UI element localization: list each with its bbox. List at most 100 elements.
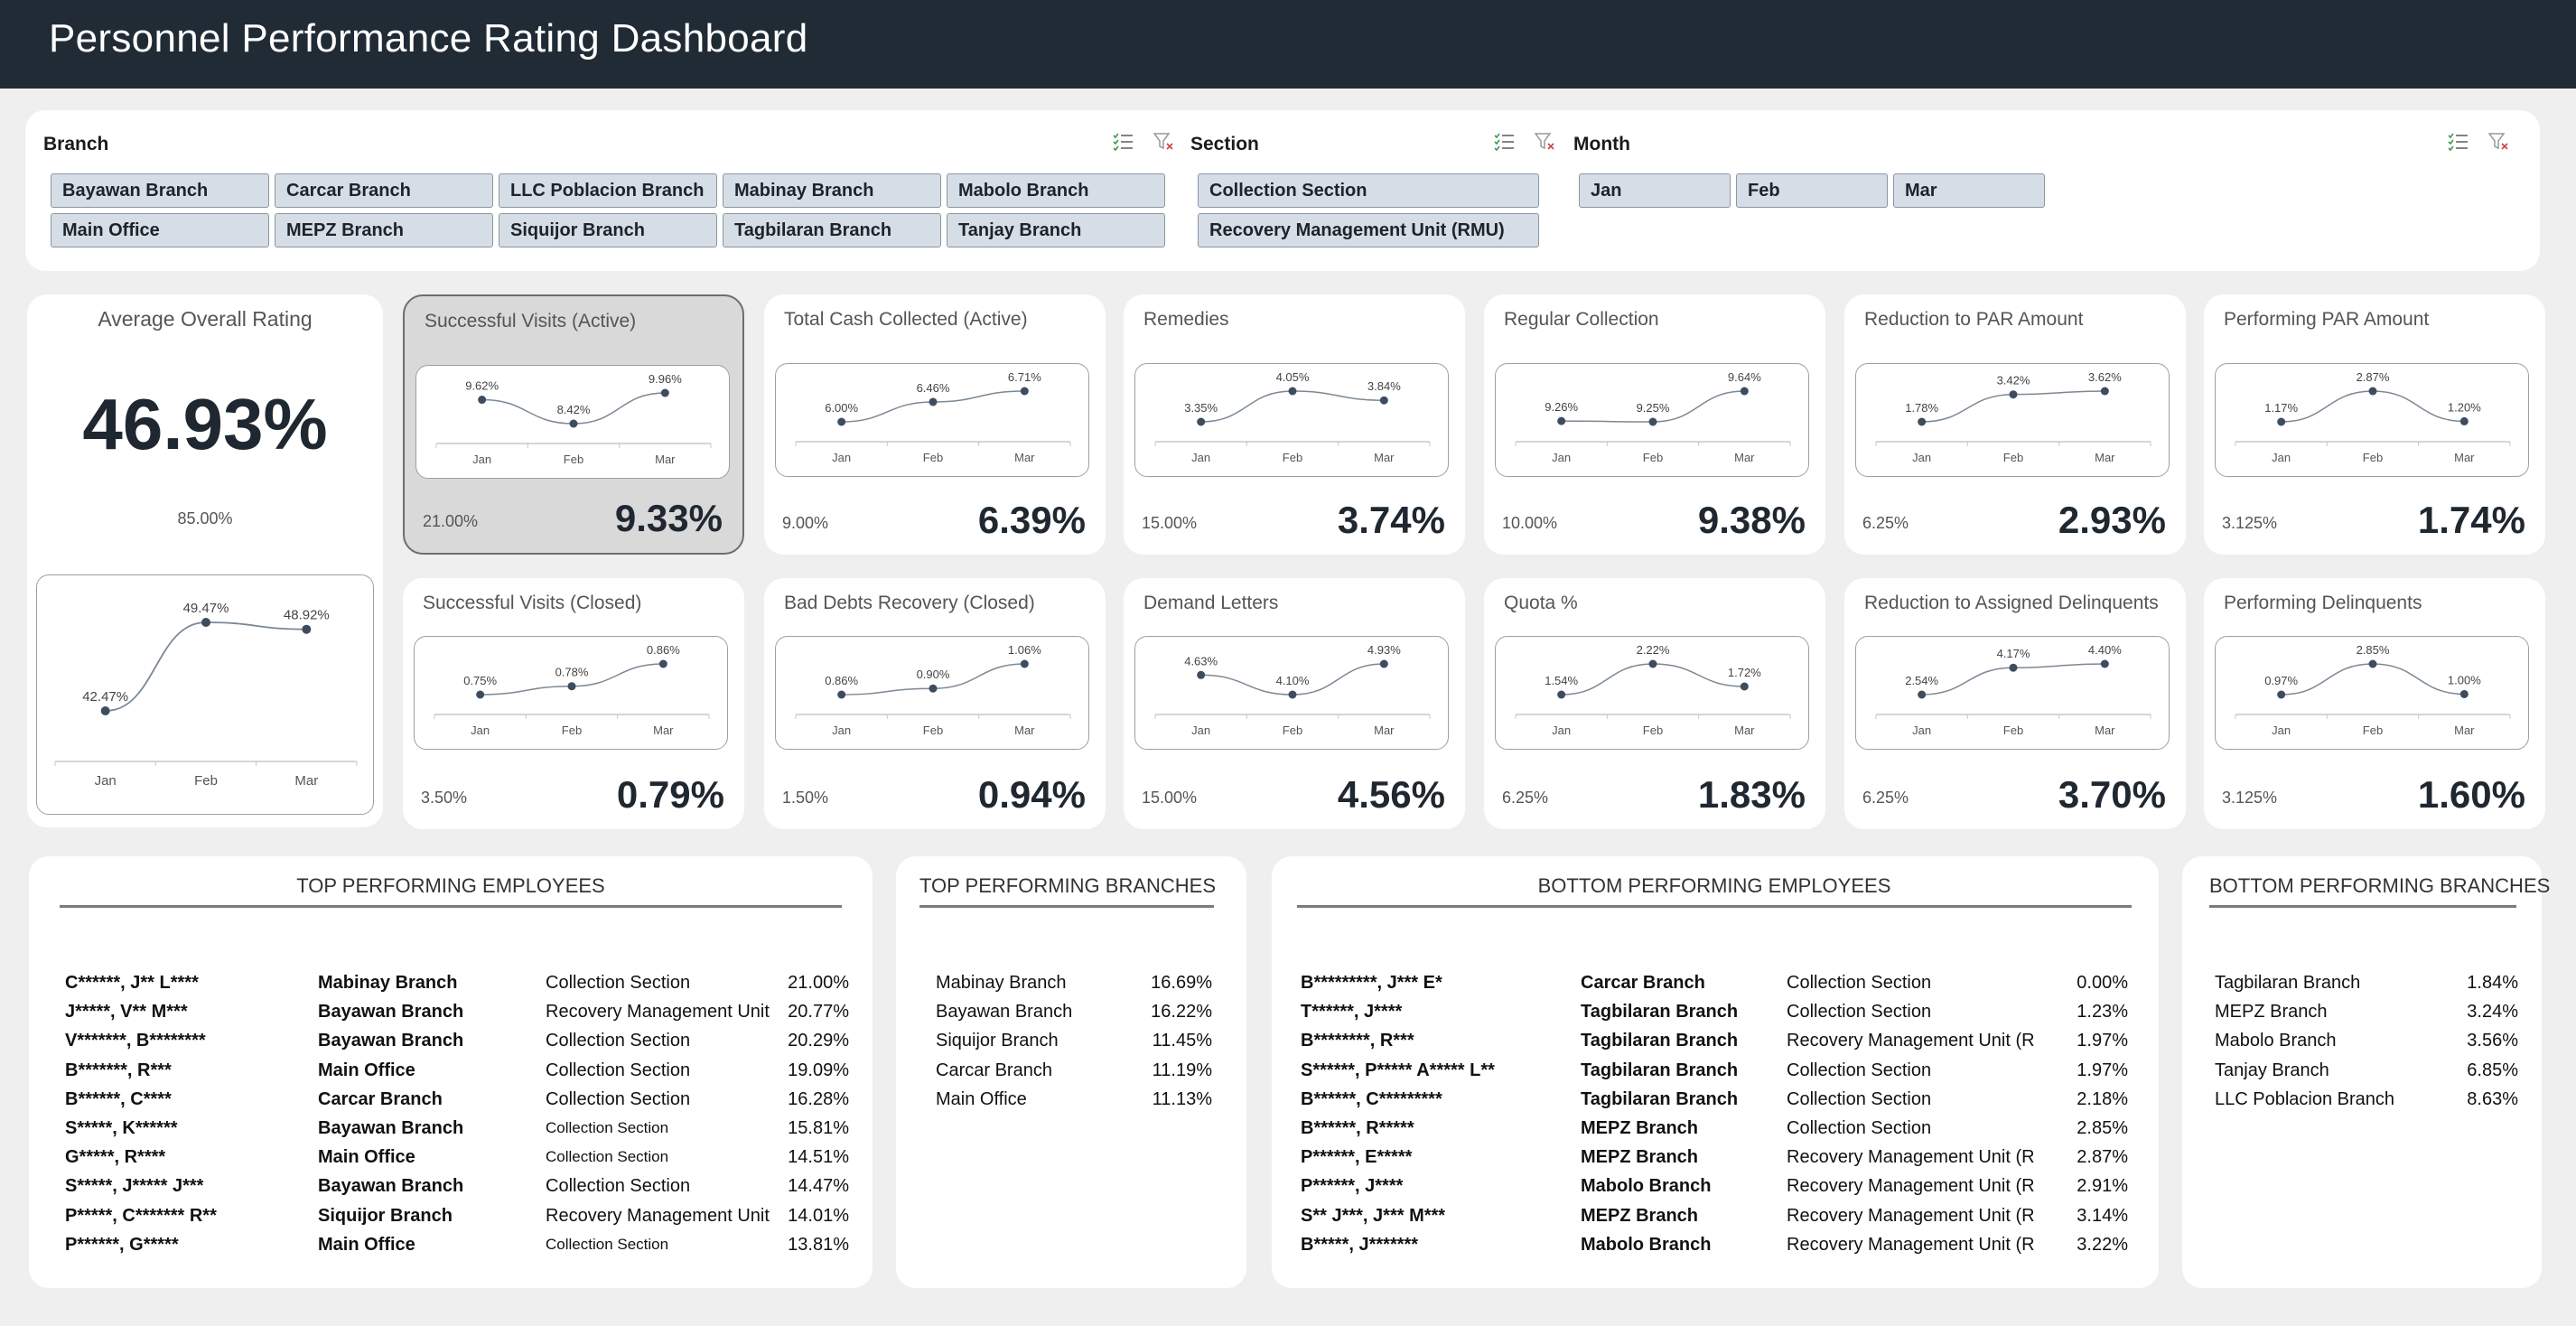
table-row[interactable]: B*******, R*** Main Office Collection Sect… [65, 1056, 849, 1085]
table-row[interactable]: LLC Poblacion Branch 8.63% [2215, 1085, 2518, 1114]
branch-option-mabolo[interactable]: Mabolo Branch [947, 173, 1165, 208]
table-row[interactable]: P*****, C******* R** Siquijor Branch Recov… [65, 1201, 849, 1230]
table-row[interactable]: Tagbilaran Branch 1.84% [2215, 968, 2518, 997]
sparkline-data-label: 1.00% [2448, 673, 2481, 686]
employee-rating: 1.97% [2077, 1031, 2128, 1051]
table-row[interactable]: S******, P***** A***** L** Tagbilaran Bra… [1301, 1056, 2128, 1085]
table-row[interactable]: P******, J**** Mabolo Branch Recovery Mana… [1301, 1172, 2128, 1200]
table-row[interactable]: V*******, B******** Bayawan Branch Collect… [65, 1026, 849, 1055]
sparkline-data-label: 3.35% [1184, 401, 1218, 415]
table-row[interactable]: Main Office 11.13% [936, 1085, 1212, 1114]
employee-section: Collection Section [1787, 1088, 1932, 1109]
employee-section: Collection Section [546, 1176, 691, 1197]
employee-branch: Mabolo Branch [1581, 1176, 1712, 1197]
table-row[interactable]: S** J***, J*** M*** MEPZ Branch Recovery M… [1301, 1201, 2128, 1230]
section-option-collection[interactable]: Collection Section [1198, 173, 1539, 208]
table-row[interactable]: B********, R*** Tagbilaran Branch Recovery… [1301, 1026, 2128, 1055]
kpi-card[interactable]: Performing PAR Amount 1.17% Jan 2.87% Feb 1.2… [2204, 294, 2545, 555]
branch-option-mabinay[interactable]: Mabinay Branch [723, 173, 941, 208]
table-row[interactable]: MEPZ Branch 3.24% [2215, 997, 2518, 1026]
table-row[interactable]: G*****, R**** Main Office Collection Secti… [65, 1143, 849, 1172]
sparkline-series-line [2281, 663, 2465, 696]
employee-rating: 2.87% [2077, 1147, 2128, 1168]
branch-option-tanjay[interactable]: Tanjay Branch [947, 213, 1165, 247]
kpi-card[interactable]: Successful Visits (Active) 9.62% Jan 8.42% F… [403, 294, 744, 555]
clear-filter-icon[interactable] [2487, 130, 2511, 154]
kpi-card[interactable]: Reduction to PAR Amount 1.78% Jan 3.42% Feb 3… [1844, 294, 2186, 555]
multi-select-icon[interactable] [1111, 130, 1134, 154]
table-row[interactable]: Tanjay Branch 6.85% [2215, 1056, 2518, 1085]
employee-name: G*****, R**** [65, 1147, 166, 1168]
employee-name: B*******, R*** [65, 1060, 172, 1080]
kpi-sparkline-frame: 1.78% Jan 3.42% Feb 3.62% Mar [1855, 363, 2170, 477]
sparkline-month-label: Feb [923, 451, 943, 464]
sparkline-point [837, 690, 846, 699]
kpi-value: 1.60% [2417, 773, 2525, 816]
kpi-card[interactable]: Remedies 3.35% Jan 4.05% Feb 3.84% Mar 15.00% 3.… [1124, 294, 1465, 555]
table-row[interactable]: B******, C********* Tagbilaran Branch Coll… [1301, 1085, 2128, 1114]
branch-name: Bayawan Branch [936, 1002, 1073, 1023]
sparkline-month-label: Mar [1734, 724, 1755, 737]
table-row[interactable]: P******, E***** MEPZ Branch Recovery Manag… [1301, 1143, 2128, 1172]
section-option-rmu[interactable]: Recovery Management Unit (RMU) [1198, 213, 1539, 247]
employee-name: S*****, K****** [65, 1118, 178, 1138]
branch-option-carcar[interactable]: Carcar Branch [275, 173, 493, 208]
employee-name: B*********, J*** E* [1301, 973, 1442, 993]
table-row[interactable]: C******, J** L**** Mabinay Branch Collecti… [65, 968, 849, 997]
kpi-target: 3.125% [2222, 789, 2278, 807]
table-row[interactable]: B******, R***** MEPZ Branch Collection Sec… [1301, 1114, 2128, 1143]
sparkline-point [100, 706, 110, 715]
table-row[interactable]: J*****, V** M*** Bayawan Branch Recovery M… [65, 997, 849, 1026]
sparkline-data-label: 9.25% [1637, 401, 1670, 415]
kpi-card[interactable]: Total Cash Collected (Active) 6.00% Jan 6.4… [764, 294, 1106, 555]
table-row[interactable]: B*********, J*** E* Carcar Branch Collecti… [1301, 968, 2128, 997]
month-option-feb[interactable]: Feb [1736, 173, 1888, 208]
kpi-title: Quota % [1504, 593, 1578, 613]
clear-filter-icon[interactable] [1534, 130, 1557, 154]
table-row[interactable]: B******, C**** Carcar Branch Collection Se… [65, 1085, 849, 1114]
kpi-card[interactable]: Demand Letters 4.63% Jan 4.10% Feb 4.93% Mar 15… [1124, 578, 1465, 829]
month-option-mar[interactable]: Mar [1893, 173, 2045, 208]
employee-section: Collection Section [1787, 1118, 1932, 1138]
kpi-sparkline-frame: 4.63% Jan 4.10% Feb 4.93% Mar [1134, 636, 1449, 750]
branch-option-siquijor[interactable]: Siquijor Branch [499, 213, 717, 247]
sparkline-data-label: 2.85% [2357, 643, 2390, 657]
branch-name: MEPZ Branch [2215, 1002, 2328, 1023]
branch-option-llc-poblacion[interactable]: LLC Poblacion Branch [499, 173, 717, 208]
sparkline-point [1197, 417, 1206, 426]
table-row[interactable]: Bayawan Branch 16.22% [936, 997, 1212, 1026]
kpi-card[interactable]: Bad Debts Recovery (Closed) 0.86% Jan 0.90%… [764, 578, 1106, 829]
average-rating-title: Average Overall Rating [98, 307, 313, 331]
clear-filter-icon[interactable] [1153, 130, 1176, 154]
multi-select-icon[interactable] [1492, 130, 1516, 154]
sparkline-data-label: 9.62% [465, 379, 499, 393]
branch-option-tagbilaran[interactable]: Tagbilaran Branch [723, 213, 941, 247]
kpi-card[interactable]: Successful Visits (Closed) 0.75% Jan 0.78% F… [403, 578, 744, 829]
kpi-sparkline-frame: 1.17% Jan 2.87% Feb 1.20% Mar [2215, 363, 2529, 477]
month-option-jan[interactable]: Jan [1579, 173, 1731, 208]
table-row[interactable]: Carcar Branch 11.19% [936, 1056, 1212, 1085]
table-row[interactable]: Siquijor Branch 11.45% [936, 1026, 1212, 1055]
branch-option-mepz[interactable]: MEPZ Branch [275, 213, 493, 247]
table-row[interactable]: S*****, K****** Bayawan Branch Collection … [65, 1114, 849, 1143]
sparkline-point [1288, 387, 1297, 396]
table-row[interactable]: T******, J**** Tagbilaran Branch Collectio… [1301, 997, 2128, 1026]
table-row[interactable]: P******, G***** Main Office Collection Sec… [65, 1230, 849, 1259]
kpi-title: Remedies [1143, 309, 1229, 330]
branch-option-bayawan[interactable]: Bayawan Branch [51, 173, 269, 208]
employee-section: Recovery Management Unit (R [1787, 1031, 2035, 1051]
table-row[interactable]: Mabolo Branch 3.56% [2215, 1026, 2518, 1055]
sparkline-point [1648, 417, 1657, 426]
top-branches-title: TOP PERFORMING BRANCHES [919, 874, 1217, 897]
table-row[interactable]: S*****, J***** J*** Bayawan Branch Collect… [65, 1172, 849, 1200]
table-row[interactable]: Mabinay Branch 16.69% [936, 968, 1212, 997]
kpi-card[interactable]: Quota % 1.54% Jan 2.22% Feb 1.72% Mar 6.25% 1.83… [1484, 578, 1825, 829]
multi-select-icon[interactable] [2446, 130, 2469, 154]
kpi-card[interactable]: Performing Delinquents 0.97% Jan 2.85% Feb 1.… [2204, 578, 2545, 829]
kpi-card[interactable]: Regular Collection 9.26% Jan 9.25% Feb 9.64% M… [1484, 294, 1825, 555]
employee-section: Collection Section [546, 973, 691, 993]
divider [60, 905, 842, 908]
table-row[interactable]: B*****, J******* Mabolo Branch Recovery Ma… [1301, 1230, 2128, 1259]
kpi-card[interactable]: Reduction to Assigned Delinquents 2.54% Ja… [1844, 578, 2186, 829]
branch-option-main-office[interactable]: Main Office [51, 213, 269, 247]
